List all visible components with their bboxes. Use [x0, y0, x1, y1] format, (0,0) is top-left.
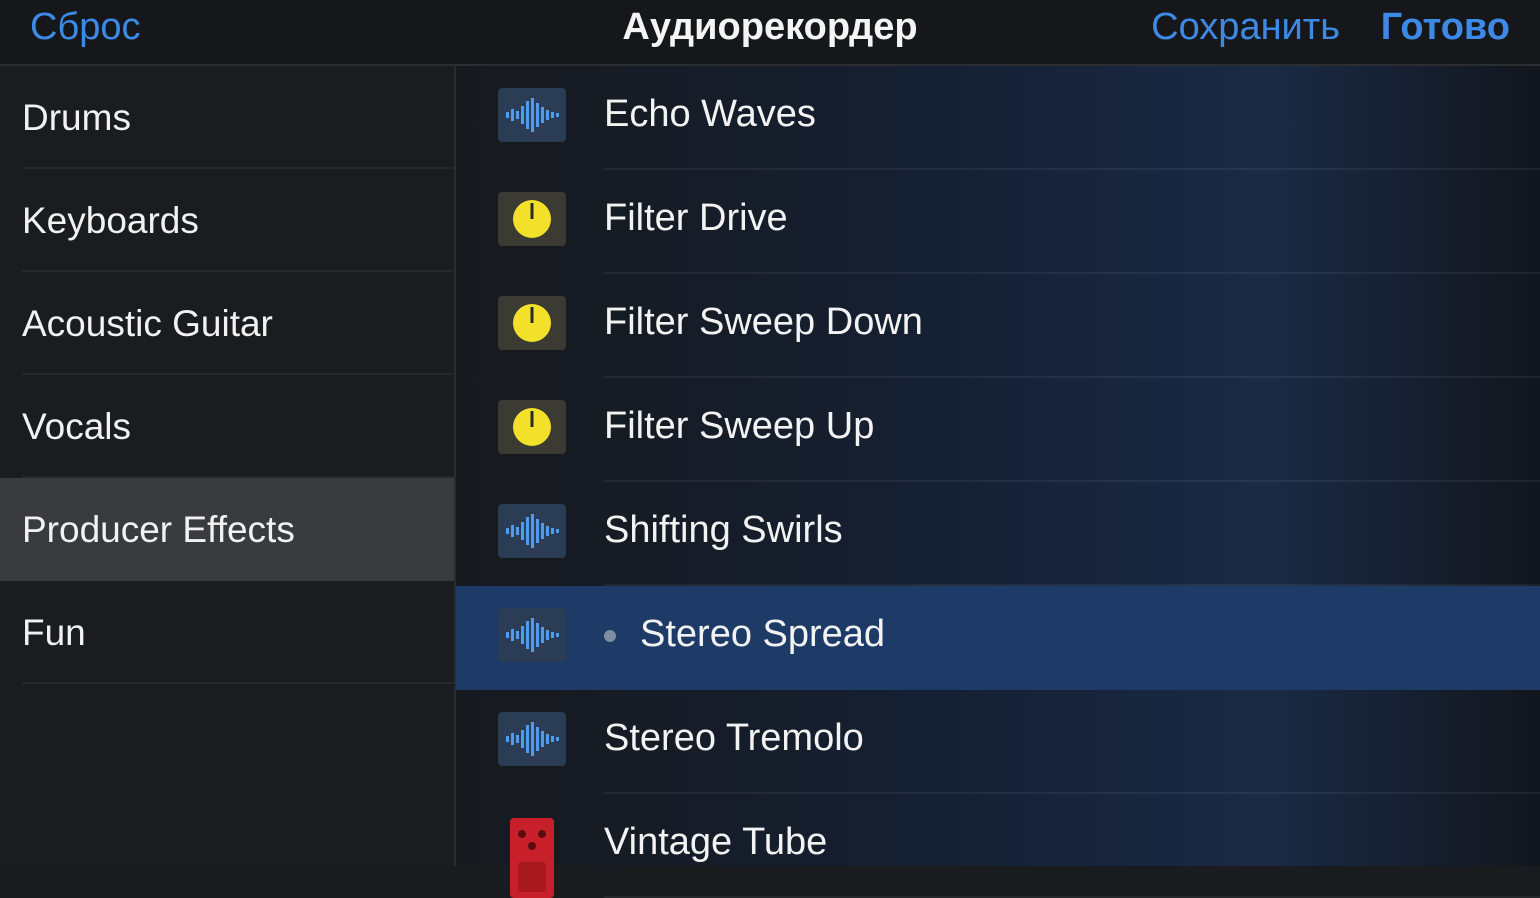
preset-label: Vintage Tube: [604, 821, 828, 863]
knob-icon: [498, 296, 566, 350]
preset-label: Stereo Spread: [640, 613, 886, 655]
sidebar-item-acoustic-guitar[interactable]: Acoustic Guitar: [0, 272, 454, 375]
selected-dot-icon: [604, 630, 616, 642]
preset-label: Echo Waves: [604, 93, 816, 135]
preset-label: Filter Sweep Down: [604, 301, 923, 343]
sidebar-item-vocals[interactable]: Vocals: [0, 375, 454, 478]
preset-row-shifting-swirls[interactable]: Shifting Swirls: [456, 482, 1540, 586]
preset-row-filter-sweep-up[interactable]: Filter Sweep Up: [456, 378, 1540, 482]
preset-row-vintage-tube[interactable]: Vintage Tube: [456, 794, 1540, 898]
preset-label: Stereo Tremolo: [604, 717, 864, 759]
knob-icon: [498, 400, 566, 454]
sidebar-item-drums[interactable]: Drums: [0, 66, 454, 169]
save-button[interactable]: Сохранить: [1151, 4, 1340, 50]
preset-row-filter-sweep-down[interactable]: Filter Sweep Down: [456, 274, 1540, 378]
preset-list: Echo Waves Filter Drive Filter Sweep Dow…: [456, 66, 1540, 898]
preset-row-echo-waves[interactable]: Echo Waves: [456, 66, 1540, 170]
waveform-icon: [498, 504, 566, 558]
waveform-icon: [498, 88, 566, 142]
preset-label: Filter Drive: [604, 197, 788, 239]
preset-row-filter-drive[interactable]: Filter Drive: [456, 170, 1540, 274]
preset-label: Shifting Swirls: [604, 509, 843, 551]
waveform-icon: [498, 608, 566, 662]
sidebar-item-producer-effects[interactable]: Producer Effects: [0, 478, 454, 581]
sidebar-item-fun[interactable]: Fun: [0, 581, 454, 684]
waveform-icon: [498, 712, 566, 766]
preset-label: Filter Sweep Up: [604, 405, 875, 447]
knob-icon: [498, 192, 566, 246]
pedal-icon: [510, 818, 554, 898]
category-sidebar: Drums Keyboards Acoustic Guitar Vocals P…: [0, 66, 456, 866]
preset-row-stereo-tremolo[interactable]: Stereo Tremolo: [456, 690, 1540, 794]
sidebar-item-keyboards[interactable]: Keyboards: [0, 169, 454, 272]
preset-row-stereo-spread[interactable]: Stereo Spread: [456, 586, 1540, 690]
done-button[interactable]: Готово: [1381, 4, 1510, 50]
nav-bar: Сброс Аудиорекордер Сохранить Готово: [0, 0, 1540, 66]
